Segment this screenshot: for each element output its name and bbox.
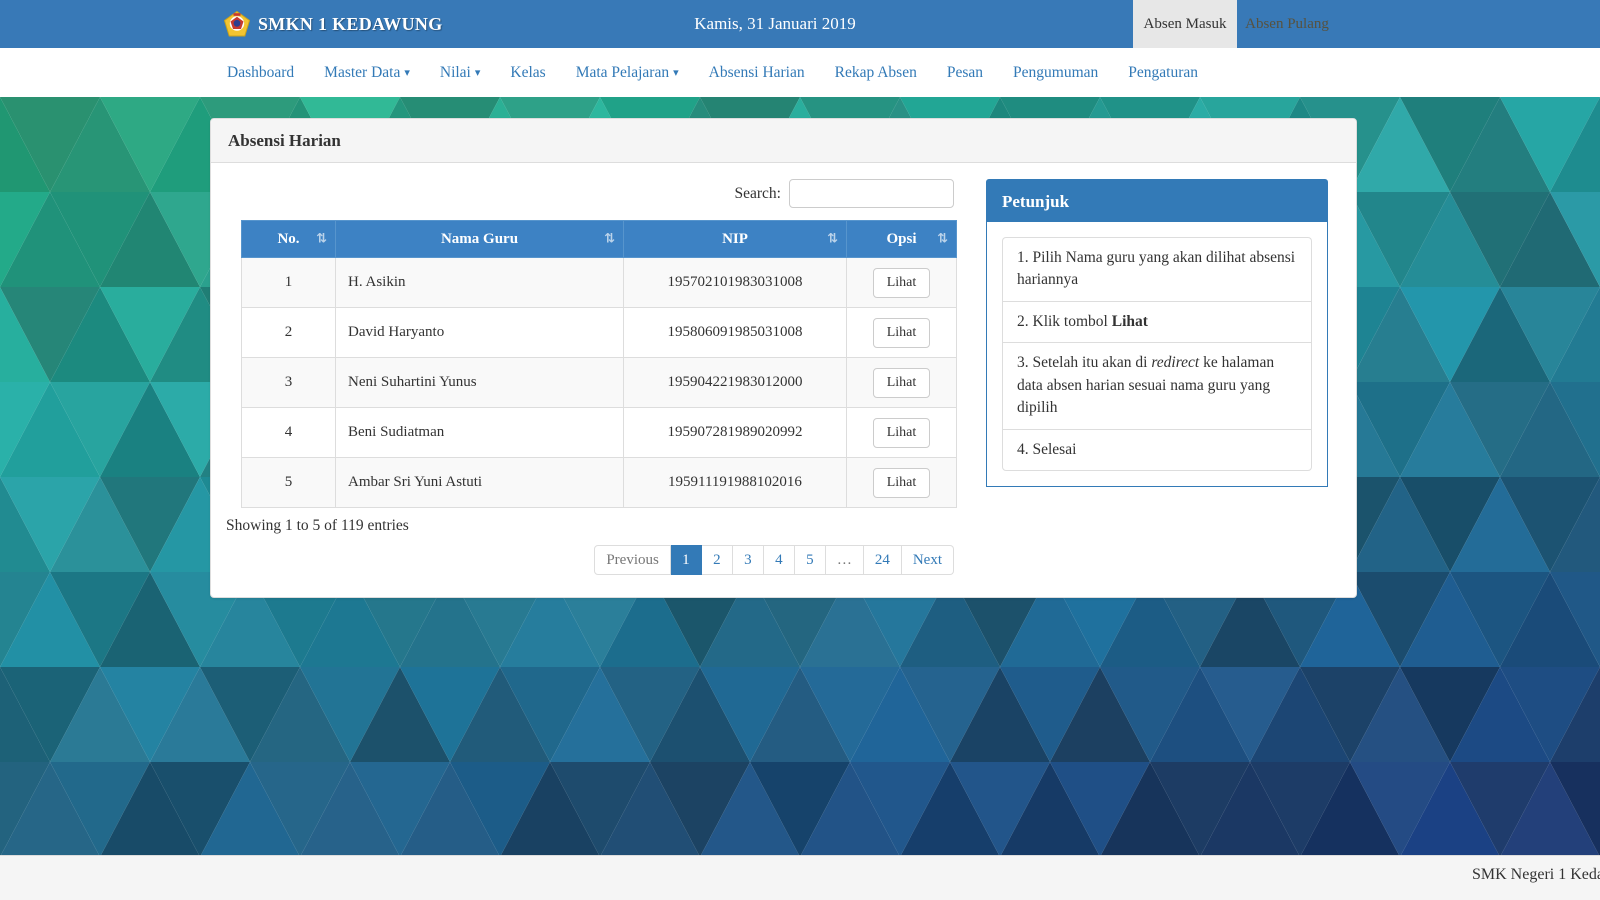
nav-item-pengaturan[interactable]: Pengaturan	[1113, 48, 1213, 97]
lihat-button[interactable]: Lihat	[873, 418, 931, 448]
sort-icon[interactable]: ⇅	[937, 232, 948, 247]
table-row: 1 H. Asikin 195702101983031008 Lihat	[242, 258, 957, 308]
header-date: Kamis, 31 Januari 2019	[694, 0, 855, 48]
pagination-page-4[interactable]: 4	[764, 545, 795, 575]
footer-text: SMK Negeri 1 Kedawung	[1472, 866, 1600, 884]
nav-item-pesan[interactable]: Pesan	[932, 48, 998, 97]
cell-nama-guru: Beni Sudiatman	[336, 408, 624, 458]
petunjuk-step-1: 1. Pilih Nama guru yang akan dilihat abs…	[1002, 237, 1312, 301]
cell-nip: 195806091985031008	[624, 308, 847, 358]
table-search: Search:	[735, 179, 954, 208]
search-input[interactable]	[789, 179, 954, 208]
cell-nip: 195702101983031008	[624, 258, 847, 308]
header-actions: Absen Masuk Absen Pulang	[1133, 0, 1337, 48]
petunjuk-step-3: 3. Setelah itu akan di redirect ke halam…	[1002, 342, 1312, 428]
chevron-down-icon: ▾	[673, 49, 679, 98]
cell-nama-guru: H. Asikin	[336, 258, 624, 308]
nav-item-kelas[interactable]: Kelas	[495, 48, 560, 97]
pagination-ellipsis: …	[826, 545, 864, 575]
nav-item-absensi-harian[interactable]: Absensi Harian	[694, 48, 820, 97]
column-label: Nama Guru	[441, 231, 518, 247]
lihat-button[interactable]: Lihat	[873, 368, 931, 398]
column-header-nip[interactable]: NIP ⇅	[624, 221, 847, 258]
nav-item-master-data[interactable]: Master Data▾	[309, 48, 425, 98]
lihat-button[interactable]: Lihat	[873, 268, 931, 298]
nav-label: Absensi Harian	[709, 64, 805, 81]
nav-label: Mata Pelajaran	[576, 64, 669, 81]
sort-icon[interactable]: ⇅	[316, 232, 327, 247]
table-row: 2 David Haryanto 195806091985031008 Liha…	[242, 308, 957, 358]
nav-label: Pesan	[947, 64, 983, 81]
guru-table: No. ⇅ Nama Guru ⇅ NIP ⇅ Opsi ⇅ 1 H. Asikin 1…	[241, 220, 957, 508]
pagination-page-3[interactable]: 3	[733, 545, 764, 575]
pagination-page-24[interactable]: 24	[864, 545, 902, 575]
cell-no: 1	[242, 258, 336, 308]
pagination-previous[interactable]: Previous	[594, 545, 671, 575]
nav-item-mata-pelajaran[interactable]: Mata Pelajaran▾	[561, 48, 694, 98]
table-header-row: No. ⇅ Nama Guru ⇅ NIP ⇅ Opsi ⇅	[242, 221, 957, 258]
lihat-button[interactable]: Lihat	[873, 318, 931, 348]
pagination-page-5[interactable]: 5	[795, 545, 826, 575]
chevron-down-icon: ▾	[475, 49, 481, 98]
school-name: SMKN 1 KEDAWUNG	[258, 14, 443, 35]
nav-label: Dashboard	[227, 64, 294, 81]
cell-no: 3	[242, 358, 336, 408]
top-header-bar: SMKN 1 KEDAWUNG Kamis, 31 Januari 2019 A…	[0, 0, 1600, 48]
school-logo-icon	[224, 11, 250, 37]
nav-label: Master Data	[324, 64, 400, 81]
petunjuk-step-4: 4. Selesai	[1002, 429, 1312, 471]
nav-label: Nilai	[440, 64, 471, 81]
lihat-button[interactable]: Lihat	[873, 468, 931, 498]
cell-nip: 195911191988102016	[624, 458, 847, 508]
table-row: 5 Ambar Sri Yuni Astuti 1959111919881020…	[242, 458, 957, 508]
cell-nama-guru: Ambar Sri Yuni Astuti	[336, 458, 624, 508]
petunjuk-step-2: 2. Klik tombol Lihat	[1002, 301, 1312, 342]
table-info-text: Showing 1 to 5 of 119 entries	[226, 517, 409, 535]
column-header-no[interactable]: No. ⇅	[242, 221, 336, 258]
petunjuk-title: Petunjuk	[986, 179, 1328, 222]
pagination-next[interactable]: Next	[902, 545, 954, 575]
nav-label: Pengaturan	[1128, 64, 1198, 81]
absen-masuk-button[interactable]: Absen Masuk	[1133, 0, 1237, 48]
petunjuk-panel: Petunjuk 1. Pilih Nama guru yang akan di…	[986, 179, 1328, 487]
nav-label: Rekap Absen	[835, 64, 917, 81]
absen-pulang-button[interactable]: Absen Pulang	[1237, 0, 1337, 48]
nav-label: Kelas	[510, 64, 545, 81]
cell-nip: 195904221983012000	[624, 358, 847, 408]
nav-item-rekap-absen[interactable]: Rekap Absen	[820, 48, 932, 97]
cell-no: 2	[242, 308, 336, 358]
table-row: 4 Beni Sudiatman 195907281989020992 Liha…	[242, 408, 957, 458]
absensi-harian-panel: Absensi Harian Search: No. ⇅ Nama Guru ⇅ N…	[210, 118, 1357, 598]
school-brand: SMKN 1 KEDAWUNG	[224, 0, 443, 48]
cell-nip: 195907281989020992	[624, 408, 847, 458]
chevron-down-icon: ▾	[404, 49, 410, 98]
pagination-page-1[interactable]: 1	[671, 545, 702, 575]
petunjuk-body: 1. Pilih Nama guru yang akan dilihat abs…	[986, 222, 1328, 487]
cell-nama-guru: Neni Suhartini Yunus	[336, 358, 624, 408]
cell-no: 5	[242, 458, 336, 508]
search-label: Search:	[735, 185, 781, 203]
column-label: NIP	[722, 231, 748, 247]
cell-no: 4	[242, 408, 336, 458]
pagination: Previous 1 2 3 4 5 … 24 Next	[594, 545, 954, 575]
sort-icon[interactable]: ⇅	[827, 232, 838, 247]
table-row: 3 Neni Suhartini Yunus 19590422198301200…	[242, 358, 957, 408]
nav-item-nilai[interactable]: Nilai▾	[425, 48, 496, 98]
nav-item-pengumuman[interactable]: Pengumuman	[998, 48, 1113, 97]
pagination-page-2[interactable]: 2	[702, 545, 733, 575]
column-label: No.	[277, 231, 299, 247]
sort-icon[interactable]: ⇅	[604, 232, 615, 247]
cell-nama-guru: David Haryanto	[336, 308, 624, 358]
main-nav: Dashboard Master Data▾ Nilai▾ Kelas Mata…	[0, 48, 1600, 97]
column-header-opsi[interactable]: Opsi ⇅	[847, 221, 957, 258]
nav-label: Pengumuman	[1013, 64, 1098, 81]
column-header-nama-guru[interactable]: Nama Guru ⇅	[336, 221, 624, 258]
nav-item-dashboard[interactable]: Dashboard	[212, 48, 309, 97]
column-label: Opsi	[886, 231, 916, 247]
page-title: Absensi Harian	[211, 119, 1356, 163]
footer: SMK Negeri 1 Kedawung	[0, 855, 1600, 900]
